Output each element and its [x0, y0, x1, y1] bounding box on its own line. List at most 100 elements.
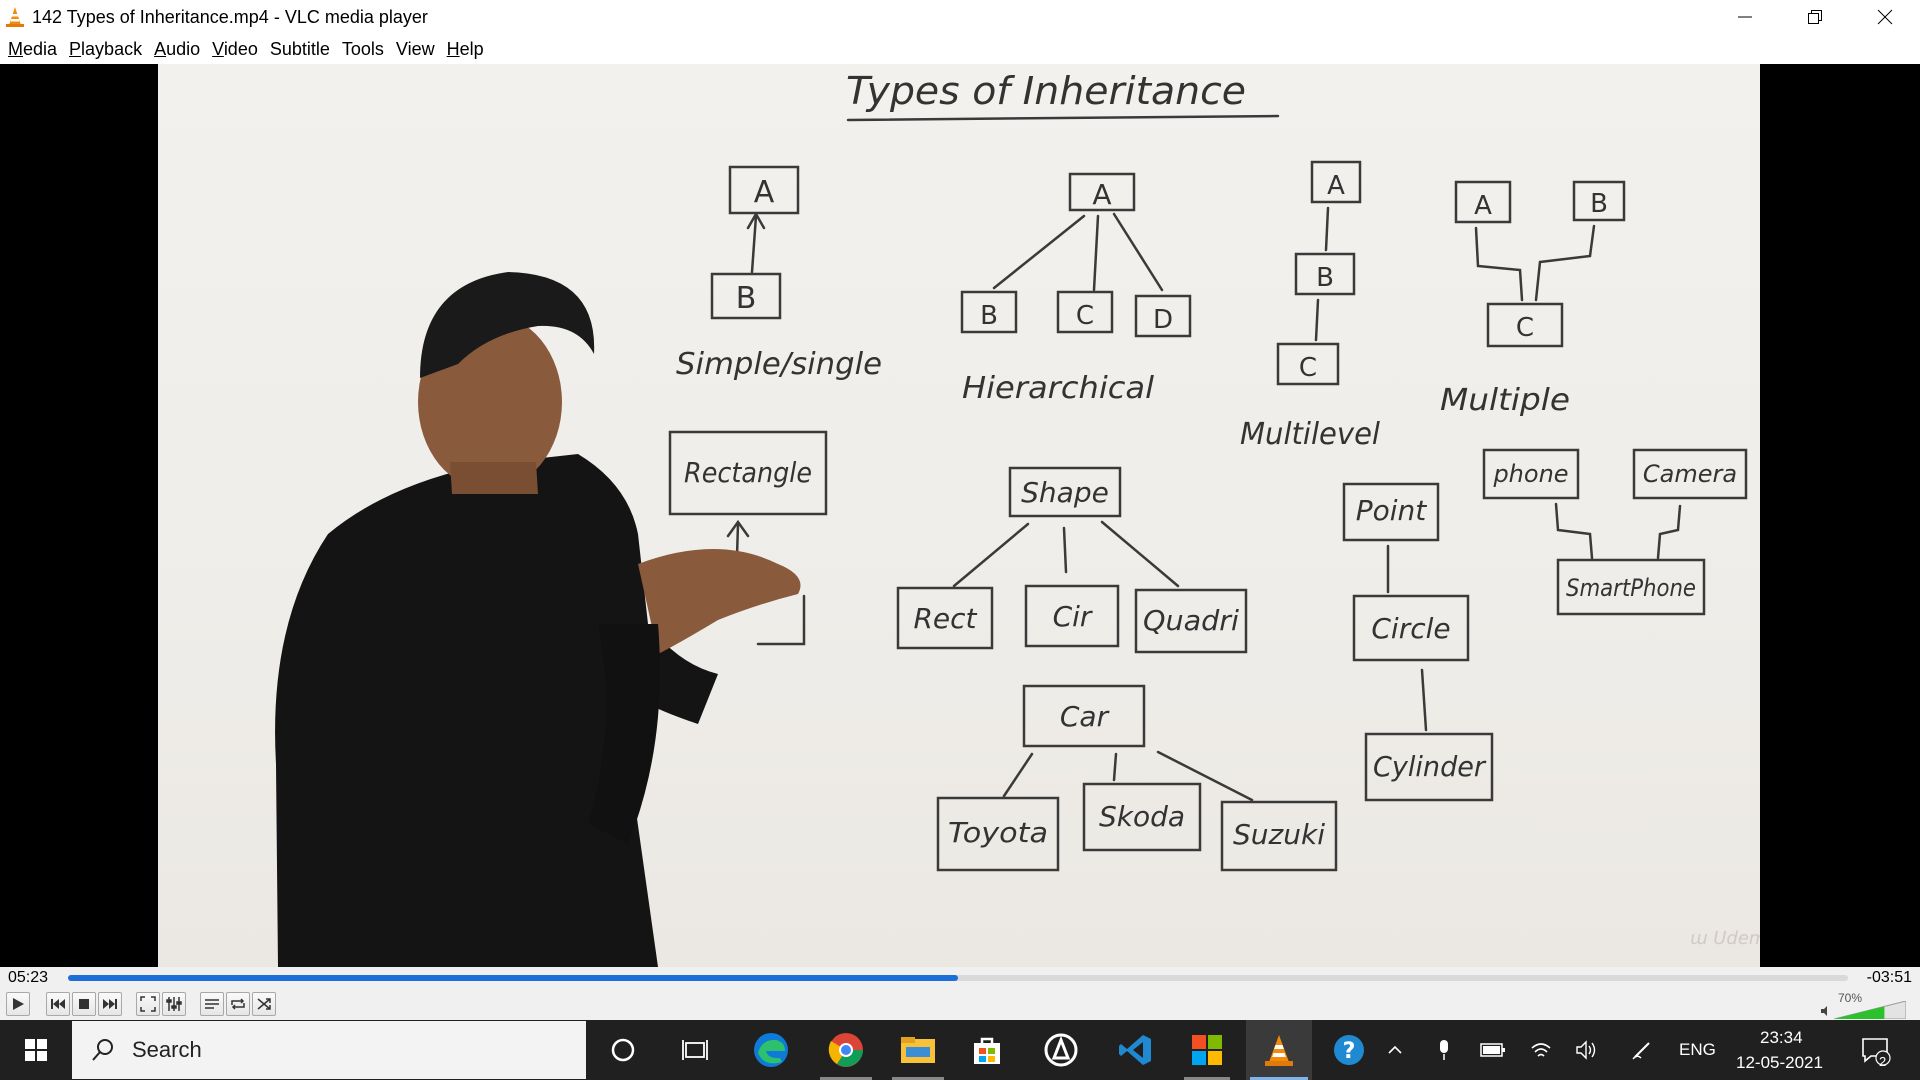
store-icon	[974, 1037, 1000, 1064]
wifi-tray[interactable]	[1524, 1020, 1558, 1080]
play-icon	[13, 998, 24, 1010]
rect-text: Rect	[913, 602, 977, 635]
video-frame[interactable]: Types of Inheritance A B Simple/single A…	[158, 64, 1760, 967]
next-button[interactable]	[98, 992, 122, 1016]
extended-settings-button[interactable]	[162, 992, 186, 1016]
vlc-taskbar-button[interactable]	[1246, 1020, 1312, 1080]
toyota-text: Toyota	[948, 816, 1048, 849]
loop-button[interactable]	[226, 992, 250, 1016]
simple-arrow	[750, 214, 758, 274]
cylinder-text: Cylinder	[1373, 750, 1486, 783]
menu-audio[interactable]: Audio	[150, 36, 208, 63]
shuffle-button[interactable]	[252, 992, 276, 1016]
menu-audio-rest: udio	[166, 38, 201, 59]
app-button[interactable]	[1030, 1020, 1092, 1080]
vscode-button[interactable]	[1104, 1020, 1166, 1080]
clock-time[interactable]: 23:34	[1760, 1028, 1803, 1048]
chrome-button[interactable]	[814, 1020, 878, 1080]
menu-media-key: M	[8, 38, 23, 59]
menu-bar: Media Playback Audio Video Subtitle Tool…	[0, 34, 1920, 64]
smartphone-arrow-phone	[1554, 502, 1594, 560]
taskbar-search-box[interactable]: Search	[72, 1021, 586, 1079]
menu-subtitle-label: Subtitle	[269, 38, 330, 59]
language-indicator[interactable]: ENG	[1679, 1040, 1716, 1060]
close-icon	[1877, 9, 1893, 25]
menu-playback[interactable]: Playback	[65, 36, 150, 63]
menu-subtitle[interactable]: Subtitle	[266, 36, 338, 63]
multilevel-b-text: B	[1316, 263, 1334, 293]
stop-icon	[79, 999, 89, 1009]
simple-child-text: B	[736, 281, 757, 316]
edge-button[interactable]	[742, 1020, 800, 1080]
start-button[interactable]	[10, 1020, 62, 1080]
menu-video[interactable]: Video	[208, 36, 266, 63]
restore-button[interactable]	[1780, 0, 1850, 34]
clock-date[interactable]: 12-05-2021	[1736, 1053, 1823, 1073]
volume-fill	[1834, 1006, 1885, 1019]
volume-slider[interactable]	[1834, 1001, 1906, 1019]
remaining-time[interactable]: -03:51	[1867, 969, 1912, 987]
notification-count: 2	[1879, 1054, 1887, 1069]
menu-view[interactable]: View	[392, 36, 443, 63]
menu-media-rest: edia	[23, 38, 58, 59]
task-view-button[interactable]	[666, 1020, 724, 1080]
pen-tray[interactable]	[1624, 1020, 1660, 1080]
multiple-a-text: A	[1474, 191, 1492, 221]
seek-bar[interactable]	[68, 975, 1848, 981]
playlist-button[interactable]	[200, 992, 224, 1016]
svg-text:?: ?	[1343, 1039, 1356, 1064]
vscode-icon	[1119, 1035, 1151, 1065]
search-label: Search	[132, 1037, 202, 1062]
hier-label: Hierarchical	[962, 371, 1155, 406]
file-explorer-button[interactable]	[886, 1020, 950, 1080]
shape-arrow-cir	[1062, 526, 1068, 574]
microphone-tray[interactable]	[1428, 1020, 1460, 1080]
camera-text: Camera	[1643, 460, 1737, 488]
window-title: 142 Types of Inheritance.mp4 - VLC media…	[32, 7, 428, 27]
minimize-button[interactable]	[1710, 0, 1780, 34]
volume-tray[interactable]	[1570, 1020, 1604, 1080]
show-hidden-icons-button[interactable]	[1382, 1020, 1408, 1080]
taskbar: Search ? ENG 23:34 12-05-2021 2	[0, 1020, 1920, 1080]
car-arrow-skoda	[1112, 752, 1118, 782]
office-icon	[1192, 1035, 1222, 1065]
cortana-button[interactable]	[594, 1020, 652, 1080]
smartphone-arrow-camera	[1656, 504, 1682, 560]
multiple-arrow-a	[1474, 226, 1524, 302]
menu-video-rest: ideo	[223, 38, 258, 59]
title-bar: 142 Types of Inheritance.mp4 - VLC media…	[0, 0, 1920, 34]
shuffle-icon	[257, 998, 271, 1010]
menu-help[interactable]: Help	[443, 36, 492, 63]
store-button[interactable]	[958, 1020, 1016, 1080]
elapsed-time: 05:23	[8, 969, 49, 986]
car-arrow-suzuki	[1156, 750, 1254, 802]
minimize-icon	[1738, 16, 1752, 18]
chevron-up-icon	[1388, 1045, 1402, 1054]
office-button[interactable]	[1176, 1020, 1238, 1080]
close-button[interactable]	[1850, 0, 1920, 34]
fullscreen-button[interactable]	[136, 992, 160, 1016]
previous-icon	[51, 999, 65, 1009]
battery-icon	[1480, 1043, 1505, 1057]
menu-tools[interactable]: Tools	[338, 36, 392, 63]
menu-playback-rest: layback	[81, 38, 143, 59]
car-text: Car	[1060, 700, 1110, 733]
menu-media[interactable]: Media	[4, 36, 65, 63]
menu-view-label: View	[395, 38, 435, 59]
play-button[interactable]	[6, 992, 30, 1016]
help-button[interactable]: ?	[1320, 1020, 1378, 1080]
hier-parent-text: A	[1092, 178, 1111, 211]
speaker-icon[interactable]	[1820, 1005, 1832, 1017]
hier-d-text: D	[1153, 305, 1173, 335]
notification-center-button[interactable]: 2	[1850, 1020, 1900, 1080]
volume-control[interactable]: 70%	[1818, 991, 1914, 1019]
battery-tray[interactable]	[1476, 1020, 1510, 1080]
stop-button[interactable]	[72, 992, 96, 1016]
previous-button[interactable]	[46, 992, 70, 1016]
multilevel-label: Multilevel	[1240, 417, 1381, 452]
phone-text: phone	[1492, 460, 1568, 488]
video-area[interactable]: Types of Inheritance A B Simple/single A…	[0, 64, 1920, 967]
help-icon: ?	[1334, 1035, 1364, 1065]
restore-icon	[1808, 10, 1822, 24]
microphone-icon	[1440, 1040, 1448, 1060]
